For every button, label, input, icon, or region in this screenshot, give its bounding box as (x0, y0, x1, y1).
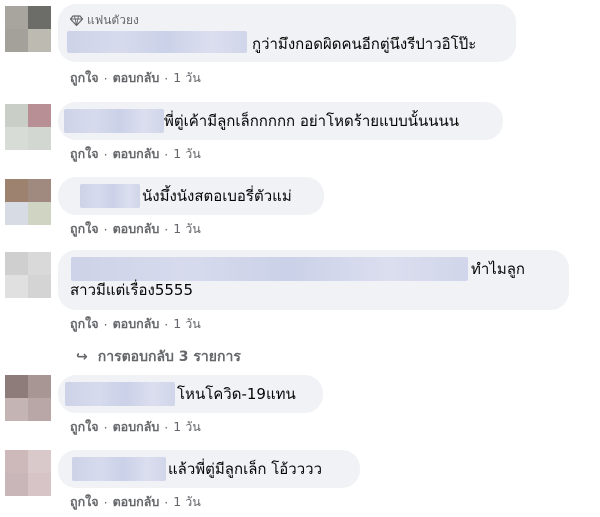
like-link[interactable]: ถูกใจ (70, 219, 99, 239)
diamond-icon (70, 14, 83, 26)
avatar-pixel (28, 275, 51, 298)
author-name[interactable] (71, 257, 468, 281)
reply-arrow-icon: ↪ (76, 349, 88, 365)
comment-bubble: โหนโควิด-19แทน (58, 375, 323, 413)
avatar-pixel (5, 29, 28, 52)
avatar[interactable] (5, 252, 51, 298)
avatar-pixel (28, 127, 51, 150)
avatar-pixel (28, 398, 51, 421)
like-link[interactable]: ถูกใจ (70, 492, 99, 512)
comment-text: ทำไมลูก (471, 260, 526, 278)
comment-actions: ถูกใจ · ตอบกลับ · 1 วัน (70, 68, 201, 88)
avatar-pixel (5, 104, 28, 127)
avatar[interactable] (5, 179, 51, 225)
comment-text: สาวมีแต่เรื่อง5555 (70, 281, 193, 299)
like-link[interactable]: ถูกใจ (70, 417, 99, 437)
separator: · (164, 494, 169, 510)
reply-link[interactable]: ตอบกลับ (113, 492, 160, 512)
separator: · (103, 494, 108, 510)
comment-bubble: แฟนตัวยง กูว่ามึงกอดผิดคนอีกตู่นึงรีปาวอ… (58, 4, 516, 62)
timestamp[interactable]: 1 วัน (173, 417, 201, 437)
comment-text: พี่ตู่เค้ามีลูกเล็กกกกก อย่าโหดร้ายแบบนั… (164, 112, 460, 130)
avatar-pixel (28, 375, 51, 398)
separator: · (103, 316, 108, 332)
separator: · (164, 70, 169, 86)
replies-label: การตอบกลับ 3 รายการ (97, 349, 241, 365)
avatar-pixel (5, 202, 28, 225)
avatar-pixel (5, 375, 28, 398)
avatar-pixel (28, 473, 51, 496)
separator: · (164, 419, 169, 435)
comment-bubble: ทำไมลูก สาวมีแต่เรื่อง5555 (58, 250, 569, 310)
comment-bubble: พี่ตู่เค้ามีลูกเล็กกกกก อย่าโหดร้ายแบบนั… (58, 102, 503, 140)
avatar-pixel (5, 252, 28, 275)
comment-text: แล้วพี่ตู่มีลูกเล็ก โอ้วววว (168, 460, 322, 478)
separator: · (164, 221, 169, 237)
separator: · (164, 146, 169, 162)
avatar-pixel (5, 127, 28, 150)
like-link[interactable]: ถูกใจ (70, 314, 99, 334)
author-name[interactable] (80, 184, 140, 208)
avatar-pixel (5, 398, 28, 421)
avatar-pixel (28, 450, 51, 473)
like-link[interactable]: ถูกใจ (70, 144, 99, 164)
separator: · (103, 146, 108, 162)
avatar[interactable] (5, 6, 51, 52)
avatar-pixel (28, 252, 51, 275)
comment-actions: ถูกใจ · ตอบกลับ · 1 วัน (70, 219, 201, 239)
comment-text: กูว่ามึงกอดผิดคนอีกตู่นึงรีปาวอิโป๊ะ (252, 35, 477, 53)
avatar[interactable] (5, 450, 51, 496)
reply-link[interactable]: ตอบกลับ (113, 219, 160, 239)
timestamp[interactable]: 1 วัน (173, 68, 201, 88)
separator: · (164, 316, 169, 332)
avatar-pixel (28, 104, 51, 127)
like-link[interactable]: ถูกใจ (70, 68, 99, 88)
author-name[interactable] (72, 457, 166, 481)
avatar[interactable] (5, 375, 51, 421)
reply-link[interactable]: ตอบกลับ (113, 144, 160, 164)
reply-link[interactable]: ตอบกลับ (113, 68, 160, 88)
comment-bubble: แล้วพี่ตู่มีลูกเล็ก โอ้วววว (58, 450, 360, 488)
separator: · (103, 221, 108, 237)
avatar-pixel (5, 275, 28, 298)
author-name[interactable] (65, 382, 175, 406)
avatar-pixel (28, 202, 51, 225)
comment-text: นังมึ้งนังสตอเบอรี่ตัวแม่ (142, 187, 292, 205)
author-name[interactable] (67, 31, 247, 53)
separator: · (103, 70, 108, 86)
comment-actions: ถูกใจ · ตอบกลับ · 1 วัน (70, 492, 201, 512)
separator: · (103, 419, 108, 435)
avatar-pixel (28, 179, 51, 202)
top-fan-badge: แฟนตัวยง (70, 12, 139, 28)
avatar-pixel (5, 179, 28, 202)
reply-link[interactable]: ตอบกลับ (113, 417, 160, 437)
avatar-pixel (5, 6, 28, 29)
avatar-pixel (5, 473, 28, 496)
comment-actions: ถูกใจ · ตอบกลับ · 1 วัน (70, 314, 201, 334)
comment-actions: ถูกใจ · ตอบกลับ · 1 วัน (70, 144, 201, 164)
timestamp[interactable]: 1 วัน (173, 314, 201, 334)
badge-label: แฟนตัวยง (87, 12, 139, 27)
timestamp[interactable]: 1 วัน (173, 144, 201, 164)
avatar-pixel (5, 450, 28, 473)
comment-text: โหนโควิด-19แทน (177, 385, 296, 403)
comment-bubble: นังมึ้งนังสตอเบอรี่ตัวแม่ (58, 177, 324, 215)
reply-link[interactable]: ตอบกลับ (113, 314, 160, 334)
avatar[interactable] (5, 104, 51, 150)
timestamp[interactable]: 1 วัน (173, 492, 201, 512)
comment-actions: ถูกใจ · ตอบกลับ · 1 วัน (70, 417, 201, 437)
avatar-pixel (28, 6, 51, 29)
avatar-pixel (28, 29, 51, 52)
author-name[interactable] (64, 109, 164, 133)
timestamp[interactable]: 1 วัน (173, 219, 201, 239)
view-replies-link[interactable]: ↪ การตอบกลับ 3 รายการ (76, 346, 241, 368)
